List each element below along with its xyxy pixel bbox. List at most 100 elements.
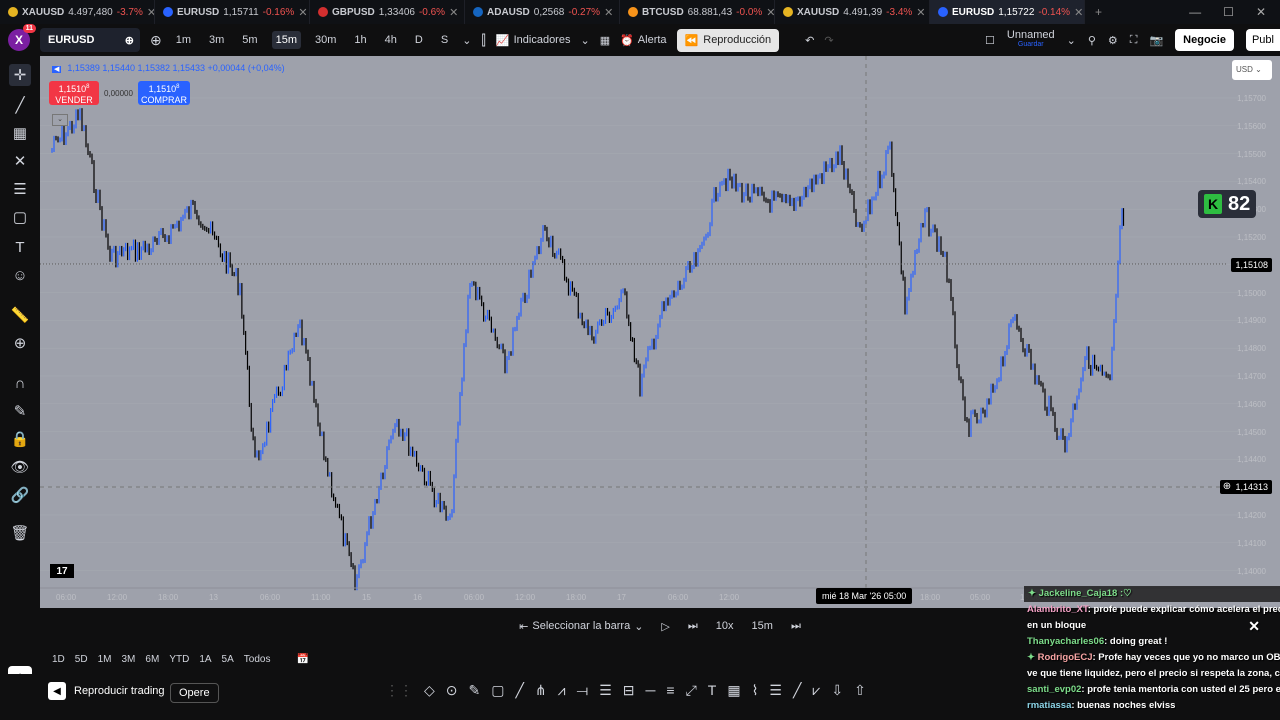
pattern-tool-icon[interactable]: ⩗	[812, 682, 820, 699]
range-ytd[interactable]: YTD	[169, 654, 189, 665]
trash-icon[interactable]: 🗑	[9, 522, 31, 544]
fullscreen-icon[interactable]: ⛶	[1130, 34, 1138, 47]
close-icon[interactable]: ✕	[604, 6, 613, 19]
tf-1m[interactable]: 1m	[172, 31, 195, 49]
tf-15m[interactable]: 15m	[271, 31, 301, 49]
jump-to-realtime-icon[interactable]: ⏭	[791, 620, 801, 633]
compare-icon[interactable]: ⊕	[125, 34, 134, 47]
shapes-icon[interactable]: ▢	[9, 206, 31, 228]
avatar[interactable]: X 11	[8, 24, 36, 51]
position-icon[interactable]: ⊟	[623, 682, 635, 699]
ray-icon[interactable]: ╱	[793, 682, 801, 699]
range-5d[interactable]: 5D	[75, 654, 88, 665]
close-icon[interactable]: ✕	[1248, 618, 1260, 634]
maximize-icon[interactable]: ☐	[1223, 5, 1234, 19]
tf-5m[interactable]: 5m	[238, 31, 261, 49]
symbol-search[interactable]: EURUSD ⊕	[40, 28, 140, 52]
chart-area[interactable]: ◀ 1,15389 1,15440 1,15382 1,15433 +0,0004…	[40, 56, 1280, 608]
ruler-icon[interactable]: 📏	[9, 304, 31, 326]
close-icon[interactable]: ✕	[1074, 6, 1083, 19]
hline-icon[interactable]: ─	[645, 682, 655, 699]
play-icon[interactable]: ▷	[661, 620, 669, 633]
tradingview-logo[interactable]: 17	[50, 564, 74, 578]
add-symbol-icon[interactable]: ⊕	[150, 32, 162, 49]
currency-selector[interactable]: USD ⌄	[1232, 60, 1272, 80]
brush-icon[interactable]: ✎	[9, 400, 31, 422]
tf-30m[interactable]: 30m	[311, 31, 340, 49]
pitchfork-icon[interactable]: ⋔	[535, 682, 547, 699]
magnet-icon[interactable]: ∩	[9, 372, 31, 394]
arrow-up-icon[interactable]: ⇧	[854, 682, 866, 699]
text-tool-icon[interactable]: T	[708, 682, 717, 699]
window-close-icon[interactable]: ✕	[1256, 5, 1266, 19]
close-icon[interactable]: ✕	[298, 6, 307, 19]
target-icon[interactable]: ⊙	[446, 682, 458, 699]
grid-tool-icon[interactable]: ▦	[727, 682, 740, 699]
line-icon[interactable]: ╱	[515, 682, 523, 699]
trade-button[interactable]: Negocie	[1175, 29, 1234, 51]
tab-eurusd[interactable]: EURUSD 1,15711 -0.16% ✕	[155, 0, 310, 24]
arrow-down-icon[interactable]: ⇩	[831, 682, 843, 699]
step-forward-icon[interactable]: ⏭	[688, 620, 698, 633]
camera-icon[interactable]: 📷	[1149, 34, 1163, 47]
pen-icon[interactable]: ✎	[469, 682, 481, 699]
layout-name[interactable]: Unnamed Guardar	[1007, 30, 1055, 50]
tab-adausd[interactable]: ADAUSD 0,2568 -0.27% ✕	[465, 0, 620, 24]
prediction-icon[interactable]: ☰	[9, 178, 31, 200]
eye-icon[interactable]: 👁	[9, 456, 31, 478]
tab-eurusd-active[interactable]: EURUSD 1,15722 -0.14% ✕	[930, 0, 1085, 24]
curve-icon[interactable]: ⌇	[752, 682, 759, 699]
tf-4h[interactable]: 4h	[381, 31, 401, 49]
buy-button[interactable]: 1,15108 COMPRAR	[138, 81, 190, 105]
trendline-icon[interactable]: ╱	[9, 94, 31, 116]
sell-button[interactable]: 1,15108 VENDER	[49, 81, 99, 105]
fib-grid-icon[interactable]: ▦	[9, 122, 31, 144]
channel-icon[interactable]: ≡	[666, 682, 674, 699]
fib-icon[interactable]: ☰	[599, 682, 612, 699]
rectangle-icon[interactable]: ▢	[491, 682, 504, 699]
opere-button[interactable]: Opere	[170, 683, 219, 703]
range-6m[interactable]: 6M	[145, 654, 159, 665]
select-bar-button[interactable]: ⇤ Seleccionar la barra ⌄	[519, 620, 643, 633]
path-icon[interactable]: ⤢	[686, 682, 697, 699]
link-icon[interactable]: 🔗	[9, 484, 31, 506]
interval-button[interactable]: 15m	[752, 620, 773, 632]
zigzag-icon[interactable]: ⩘	[558, 682, 566, 699]
price-chart[interactable]	[40, 56, 1280, 608]
replay-button[interactable]: ⏪ Reproducción	[676, 28, 780, 52]
zoom-in-icon[interactable]: ⊕	[9, 332, 31, 354]
eye-shape-icon[interactable]: ◇	[424, 682, 435, 699]
range-1d[interactable]: 1D	[52, 654, 65, 665]
crosshair-icon[interactable]: ✛	[9, 64, 31, 86]
range-5a[interactable]: 5A	[222, 654, 234, 665]
date-range-icon[interactable]: 📅	[296, 654, 308, 665]
drag-handle-icon[interactable]: ⋮⋮	[385, 682, 413, 699]
indicators-button[interactable]: 📈 Indicadores	[496, 34, 571, 47]
close-icon[interactable]: ✕	[449, 6, 458, 19]
horizontal-ray-icon[interactable]: ⟞	[577, 682, 589, 699]
tf-1h[interactable]: 1h	[350, 31, 370, 49]
candle-type-icon[interactable]: ⫿	[481, 32, 485, 49]
quick-search-icon[interactable]: ⚲	[1088, 34, 1096, 47]
publish-button[interactable]: Publ	[1245, 29, 1280, 51]
lines-icon[interactable]: ☰	[769, 682, 782, 699]
redo-icon[interactable]: ↷	[824, 34, 833, 47]
range-1a[interactable]: 1A	[199, 654, 211, 665]
collapse-panel-icon[interactable]: ⌄	[52, 114, 68, 126]
tab-xauusd-2[interactable]: XAUUSD 4.491,39 -3.4% ✕	[775, 0, 930, 24]
layout-checkbox-icon[interactable]: ☐	[985, 34, 995, 47]
k-score-badge[interactable]: K 82	[1198, 190, 1257, 218]
minimize-icon[interactable]: —	[1189, 5, 1201, 19]
close-icon[interactable]: ✕	[766, 6, 774, 19]
tab-btcusd[interactable]: BTCUSD 68.881,43 -0.0% ✕	[620, 0, 775, 24]
collapse-icon[interactable]: ◀	[52, 66, 62, 73]
tab-xauusd[interactable]: XAUUSD4.497,480-3.7% ✕	[0, 0, 155, 24]
undo-icon[interactable]: ↶	[805, 34, 814, 47]
speed-button[interactable]: 10x	[716, 620, 734, 632]
tab-gbpusd[interactable]: GBPUSD 1,33406 -0.6% ✕	[310, 0, 465, 24]
pattern-icon[interactable]: ✕	[9, 150, 31, 172]
lock-icon[interactable]: 🔒	[9, 428, 31, 450]
close-icon[interactable]: ✕	[916, 6, 925, 19]
settings-gear-icon[interactable]: ⚙	[1108, 34, 1118, 47]
layouts-grid-icon[interactable]: ▦	[600, 34, 610, 47]
